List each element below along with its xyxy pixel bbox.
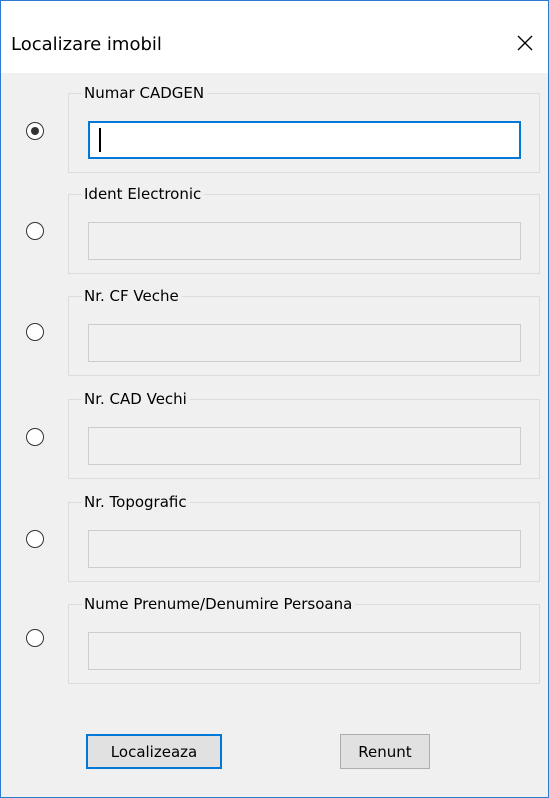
input-nr-cad-vechi[interactable]	[88, 427, 521, 465]
radio-nr-topografic[interactable]	[26, 530, 44, 548]
group-nume-prenume: Nume Prenume/Denumire Persoana	[68, 594, 540, 684]
group-label-numar-cadgen: Numar CADGEN	[82, 83, 208, 103]
dialog-window: Localizare imobil Numar CADGEN Ident Ele…	[0, 0, 549, 798]
close-icon	[517, 35, 533, 51]
localizeaza-button[interactable]: Localizeaza	[86, 734, 222, 769]
input-nr-topografic[interactable]	[88, 530, 521, 568]
group-ident-electronic: Ident Electronic	[68, 184, 540, 274]
renunt-button[interactable]: Renunt	[340, 734, 430, 769]
radio-nr-cf-veche[interactable]	[26, 323, 44, 341]
radio-ident-electronic[interactable]	[26, 222, 44, 240]
radio-numar-cadgen[interactable]	[26, 122, 44, 140]
group-label-ident-electronic: Ident Electronic	[82, 184, 205, 204]
group-label-nume-prenume: Nume Prenume/Denumire Persoana	[82, 594, 356, 614]
input-nr-cf-veche[interactable]	[88, 324, 521, 362]
window-title: Localizare imobil	[11, 34, 162, 55]
group-label-nr-topografic: Nr. Topografic	[82, 492, 190, 512]
group-numar-cadgen: Numar CADGEN	[68, 83, 540, 173]
radio-selected-dot	[31, 127, 39, 135]
input-nume-prenume[interactable]	[88, 632, 521, 670]
close-button[interactable]	[502, 23, 548, 63]
radio-nume-prenume[interactable]	[26, 629, 44, 647]
group-label-nr-cf-veche: Nr. CF Veche	[82, 286, 182, 306]
group-nr-topografic: Nr. Topografic	[68, 492, 540, 582]
group-label-nr-cad-vechi: Nr. CAD Vechi	[82, 389, 190, 409]
group-nr-cad-vechi: Nr. CAD Vechi	[68, 389, 540, 479]
text-caret	[99, 128, 101, 152]
input-numar-cadgen[interactable]	[88, 121, 521, 159]
input-ident-electronic[interactable]	[88, 222, 521, 260]
radio-nr-cad-vechi[interactable]	[26, 428, 44, 446]
group-nr-cf-veche: Nr. CF Veche	[68, 286, 540, 376]
title-bar: Localizare imobil	[1, 1, 548, 73]
